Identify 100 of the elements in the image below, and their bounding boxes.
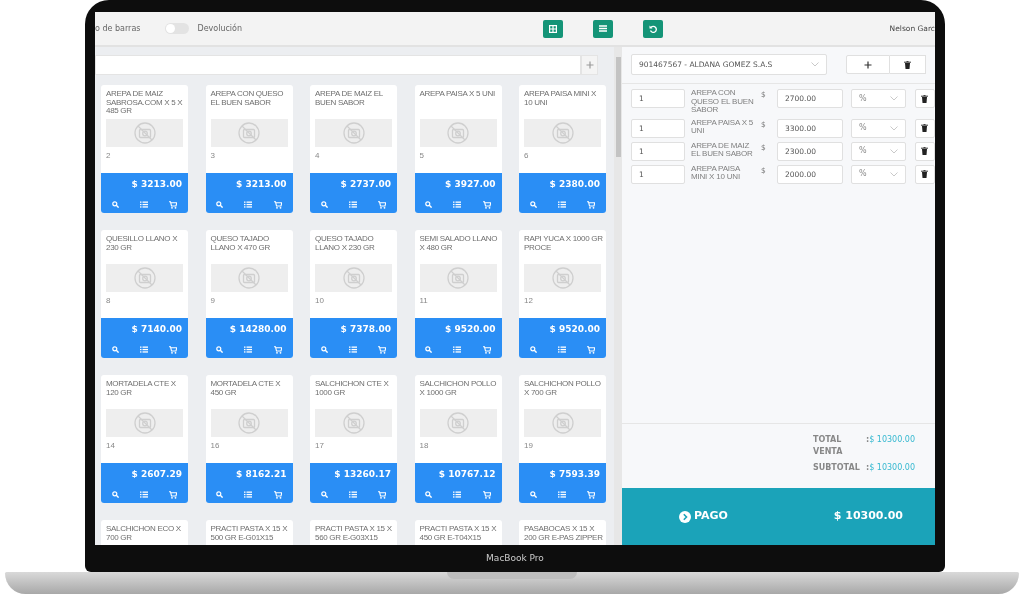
product-card[interactable]: SALCHICHON POLLO X 1000 GR 18 $ 10767.12 xyxy=(414,375,502,503)
return-toggle[interactable] xyxy=(165,23,190,34)
list-icon xyxy=(453,201,462,208)
item-name: AREPA PAISA X 5 UNI xyxy=(691,118,755,136)
product-card[interactable]: PRACTI PASTA X 15 X 560 GR E-G03X15 xyxy=(310,520,397,545)
add-to-cart-button[interactable] xyxy=(378,345,387,354)
view-button[interactable] xyxy=(320,491,328,498)
product-card[interactable]: AREPA CON QUESO EL BUEN SABOR 3 $ 3213.00 xyxy=(205,85,293,213)
view-button[interactable] xyxy=(529,491,537,498)
add-to-cart-button[interactable] xyxy=(169,345,178,354)
product-card[interactable]: SALCHICHON POLLO X 700 GR 19 $ 7593.39 xyxy=(519,375,606,503)
view-button[interactable] xyxy=(111,201,119,208)
add-to-cart-button[interactable] xyxy=(273,490,282,499)
product-card[interactable]: PRACTI PASTA X 15 X 500 GR E-G01X15 xyxy=(205,520,293,545)
add-button[interactable] xyxy=(581,55,599,75)
product-card[interactable]: PASABOCAS X 15 X 200 GR E-PAS ZIPPER xyxy=(519,520,606,545)
product-price: $ 2737.00 xyxy=(339,178,392,191)
product-card[interactable]: SALCHICHON ECO X 700 GR xyxy=(101,520,188,545)
add-to-cart-button[interactable] xyxy=(482,345,491,354)
product-card[interactable]: AREPA DE MAIZ SABROSA.COM X 5 X 485 GR 2 $ 3213.00 xyxy=(101,85,188,213)
add-to-cart-button[interactable] xyxy=(482,200,491,209)
add-to-cart-button[interactable] xyxy=(587,345,596,354)
scrollbar-thumb[interactable] xyxy=(615,57,621,157)
view-button[interactable] xyxy=(425,491,433,498)
product-card[interactable]: PRACTI PASTA X 15 X 450 GR E-T04X15 xyxy=(414,520,502,545)
details-button[interactable] xyxy=(558,201,566,208)
add-to-cart-button[interactable] xyxy=(169,490,178,499)
product-card[interactable]: RAPI YUCA X 1000 GR PROCE 12 $ 9520.00 xyxy=(519,230,606,358)
product-card[interactable]: QUESO TAJADO LLANO X 230 GR 10 $ 7378.00 xyxy=(310,230,397,358)
total-value: $ 10300.00 xyxy=(869,462,915,474)
add-to-cart-button[interactable] xyxy=(169,200,178,209)
delete-item-button[interactable] xyxy=(915,164,935,184)
grid-view-button[interactable] xyxy=(543,19,564,38)
add-to-cart-button[interactable] xyxy=(378,490,387,499)
delete-item-button[interactable] xyxy=(915,118,935,138)
details-button[interactable] xyxy=(140,491,148,498)
details-button[interactable] xyxy=(349,201,357,208)
product-name: AREPA PAISA X 5 UNI xyxy=(419,90,496,100)
details-button[interactable] xyxy=(140,346,148,353)
list-icon xyxy=(349,201,357,208)
search-icon xyxy=(216,346,224,353)
product-card[interactable]: QUESO TAJADO LLANO X 470 GR 9 $ 14280.00 xyxy=(205,230,293,358)
view-button[interactable] xyxy=(216,201,224,208)
product-card[interactable]: QUESILLO LLANO X 230 GR 8 $ 7140.00 xyxy=(101,230,188,358)
details-button[interactable] xyxy=(453,201,462,208)
details-button[interactable] xyxy=(349,491,357,498)
view-button[interactable] xyxy=(529,201,537,208)
add-to-cart-button[interactable] xyxy=(482,490,491,499)
pay-button[interactable]: PAGO $ 10300.00 xyxy=(622,488,935,545)
details-button[interactable] xyxy=(140,201,148,208)
view-button[interactable] xyxy=(320,201,328,208)
cart-icon xyxy=(169,490,178,499)
view-button[interactable] xyxy=(111,346,119,353)
product-price: $ 8162.21 xyxy=(235,468,288,481)
product-card[interactable]: AREPA DE MAIZ EL BUEN SABOR 4 $ 2737.00 xyxy=(310,85,397,213)
view-button[interactable] xyxy=(320,346,328,353)
details-button[interactable] xyxy=(453,346,462,353)
add-to-cart-button[interactable] xyxy=(273,345,282,354)
view-button[interactable] xyxy=(425,201,433,208)
details-button[interactable] xyxy=(244,491,253,498)
add-to-cart-button[interactable] xyxy=(378,200,387,209)
list-view-button[interactable] xyxy=(593,19,614,38)
view-button[interactable] xyxy=(216,491,224,498)
add-to-cart-button[interactable] xyxy=(587,200,596,209)
add-to-cart-button[interactable] xyxy=(273,200,282,209)
product-card[interactable]: AREPA PAISA MINI X 10 UNI 6 $ 2380.00 xyxy=(519,85,606,213)
product-number: 19 xyxy=(523,440,534,452)
product-card[interactable]: SALCHICHON CTE X 1000 GR 17 $ 13260.17 xyxy=(310,375,397,503)
trash-icon xyxy=(904,60,911,69)
discount-select[interactable]: % xyxy=(851,141,906,161)
no-image-icon xyxy=(551,267,574,289)
scrollbar[interactable] xyxy=(614,47,622,545)
no-image-icon xyxy=(447,122,469,144)
view-button[interactable] xyxy=(111,491,119,498)
details-button[interactable] xyxy=(349,346,357,353)
product-card[interactable]: MORTADELA CTE X 120 GR 14 $ 2607.29 xyxy=(101,375,188,503)
details-button[interactable] xyxy=(244,201,253,208)
product-number: 2 xyxy=(105,150,112,162)
view-button[interactable] xyxy=(425,346,433,353)
undo-button[interactable] xyxy=(643,19,664,38)
product-card[interactable]: MORTADELA CTE X 450 GR 16 $ 8162.21 xyxy=(205,375,293,503)
delete-item-button[interactable] xyxy=(915,89,935,108)
details-button[interactable] xyxy=(453,491,462,498)
discount-select[interactable]: % xyxy=(851,89,906,108)
add-to-cart-button[interactable] xyxy=(587,490,596,499)
delete-customer-button[interactable] xyxy=(890,55,926,74)
view-button[interactable] xyxy=(216,346,224,353)
discount-select[interactable]: % xyxy=(851,118,906,138)
search-field[interactable] xyxy=(95,55,582,75)
no-image-icon xyxy=(447,267,469,289)
details-button[interactable] xyxy=(558,346,566,353)
product-card[interactable]: SEMI SALADO LLANO X 480 GR 11 $ 9520.00 xyxy=(414,230,502,358)
delete-item-button[interactable] xyxy=(915,141,935,161)
list-icon xyxy=(244,491,253,498)
product-card[interactable]: AREPA PAISA X 5 UNI 5 $ 3927.00 xyxy=(414,85,502,213)
details-button[interactable] xyxy=(558,491,566,498)
view-button[interactable] xyxy=(529,346,537,353)
no-image-icon xyxy=(238,412,260,434)
details-button[interactable] xyxy=(244,346,253,353)
discount-select[interactable]: % xyxy=(851,164,906,184)
